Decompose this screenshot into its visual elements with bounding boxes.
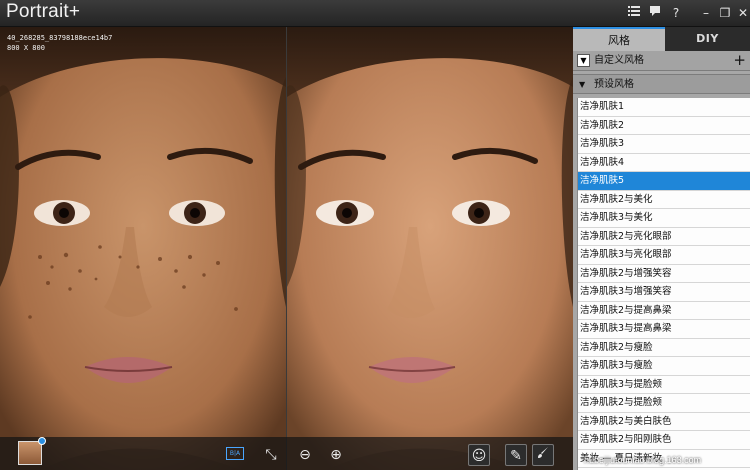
restore-button[interactable]: ❐ — [716, 4, 734, 22]
after-face-image — [287, 27, 573, 470]
list-menu-icon[interactable] — [625, 4, 643, 22]
panel-tabs: 风格 DIY — [573, 27, 750, 51]
preset-list-item[interactable]: 洁净肌肤2与提高鼻梁 — [578, 302, 750, 320]
photo-dimensions: 800 X 800 — [7, 44, 45, 52]
expand-arrow-icon[interactable]: ▼ — [579, 75, 585, 95]
brush-icon[interactable] — [532, 444, 554, 466]
tab-style[interactable]: 风格 — [573, 27, 665, 51]
preset-list-item[interactable]: 洁净肌肤3与瘦脸 — [578, 357, 750, 376]
zoom-in-icon[interactable]: ⊕ — [325, 444, 347, 466]
preset-list: 洁净肌肤1 洁净肌肤2 洁净肌肤3 洁净肌肤4 洁净肌肤5 洁净肌肤2与美化 洁净肌肤3与美… — [577, 98, 750, 470]
preset-list-item[interactable]: 洁净肌肤3与亮化眼部 — [578, 246, 750, 265]
title-bar: Portrait+ ? – ❐ ✕ — [0, 0, 750, 27]
eraser-icon[interactable]: ✎ — [505, 444, 527, 466]
preset-list-item[interactable]: 洁净肌肤3与提脸颊 — [578, 376, 750, 394]
add-style-button[interactable]: + — [733, 50, 746, 70]
photo-compare-area: 40_268285_83798188ece14b7 800 X 800 — [0, 27, 573, 470]
watermark-text: hubeijiutouniao.blog.163.com — [584, 455, 702, 465]
preset-list-item[interactable]: 洁净肌肤2与阳刚肤色 — [578, 431, 750, 450]
minimize-button[interactable]: – — [697, 4, 715, 22]
chat-icon[interactable] — [646, 4, 664, 22]
smile-enhance-icon[interactable]: ☺ — [468, 444, 490, 466]
style-panel: 风格 DIY ▼ 自定义风格 + ▼ 预设风格 洁净肌肤1 洁净肌肤2 洁净肌肤3 洁… — [573, 27, 750, 470]
preset-style-label: 预设风格 — [594, 79, 634, 90]
preset-list-item[interactable]: 洁净肌肤2与提脸颊 — [578, 394, 750, 413]
preset-list-item[interactable]: 洁净肌肤2与美化 — [578, 191, 750, 209]
thumbnail-badge-icon — [38, 437, 46, 445]
tab-diy[interactable]: DIY — [665, 27, 750, 51]
photo-filename: 40_268285_83798188ece14b7 — [7, 34, 113, 42]
preset-list-item[interactable]: 洁净肌肤3与增强笑容 — [578, 283, 750, 302]
before-after-toggle-button[interactable]: B|A — [226, 447, 244, 460]
bottom-toolbar: B|A ⤡ ⊖ ⊕ ☺ ✎ — [0, 437, 573, 470]
preset-list-item[interactable]: 洁净肌肤4 — [578, 154, 750, 172]
custom-style-label: 自定义风格 — [594, 55, 644, 66]
preset-list-item[interactable]: 洁净肌肤2与亮化眼部 — [578, 228, 750, 246]
before-photo[interactable]: 40_268285_83798188ece14b7 800 X 800 — [0, 27, 286, 470]
preset-style-section[interactable]: ▼ 预设风格 — [573, 74, 750, 94]
photo-thumbnail[interactable] — [18, 437, 46, 465]
before-face-image — [0, 27, 286, 470]
preset-list-item[interactable]: 洁净肌肤2与增强笑容 — [578, 265, 750, 283]
preset-list-item[interactable]: 洁净肌肤3与提高鼻梁 — [578, 320, 750, 339]
help-button[interactable]: ? — [667, 4, 685, 22]
preset-list-item[interactable]: 洁净肌肤2与瘦脸 — [578, 339, 750, 357]
preset-list-item[interactable]: 洁净肌肤3与美化 — [578, 209, 750, 228]
preset-list-item[interactable]: 洁净肌肤2与美白肤色 — [578, 413, 750, 431]
app-title: Portrait+ — [6, 1, 81, 22]
preset-list-item[interactable]: 洁净肌肤3 — [578, 135, 750, 154]
custom-style-section[interactable]: ▼ 自定义风格 + — [573, 51, 750, 71]
after-photo[interactable] — [287, 27, 573, 470]
fit-to-screen-icon[interactable]: ⤡ — [260, 444, 282, 466]
close-button[interactable]: ✕ — [734, 4, 750, 22]
zoom-out-icon[interactable]: ⊖ — [294, 444, 316, 466]
preset-list-item[interactable]: 洁净肌肤5 — [578, 172, 750, 191]
preset-list-item[interactable]: 洁净肌肤2 — [578, 117, 750, 135]
collapse-toggle-icon[interactable]: ▼ — [577, 54, 590, 67]
photo-info: 40_268285_83798188ece14b7 800 X 800 — [7, 33, 112, 53]
preset-list-item[interactable]: 洁净肌肤1 — [578, 98, 750, 117]
